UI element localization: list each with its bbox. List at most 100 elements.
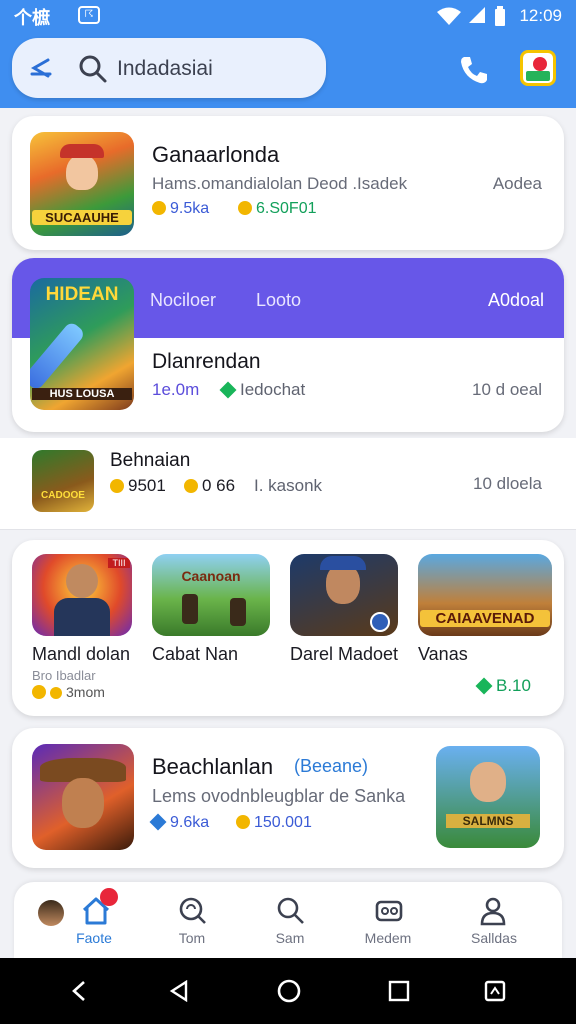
- carousel-name-2: Cabat Nan: [152, 644, 239, 664]
- status-app-icons: 个樜: [14, 8, 50, 28]
- game-card-1[interactable]: SUCAAUHE Ganaarlonda Hams.omandialolan D…: [12, 116, 564, 250]
- notification-dot: [533, 57, 547, 71]
- notification-dot: [100, 888, 118, 906]
- game-title: Beachlanlan: [152, 754, 274, 779]
- battery-icon: [495, 6, 505, 26]
- status-badge-icon: ☈: [78, 6, 100, 24]
- game-title: Dlanrendan: [152, 350, 261, 373]
- discover-icon[interactable]: [178, 896, 208, 926]
- carousel-sub-1: Bro Ibadlar: [32, 668, 96, 683]
- carousel-name-3: Darel Madoet: [290, 644, 399, 664]
- carousel-thumb-1[interactable]: TIII: [32, 554, 132, 636]
- game-thumbnail: HIDEAN HUS LOUSA: [30, 278, 134, 410]
- thumbnail-title: HIDEAN: [45, 284, 119, 305]
- thumbnail-title: CAIAAVENAD: [420, 610, 550, 627]
- game-tag: (Beeane): [294, 756, 369, 776]
- carousel-thumb-4[interactable]: CAIAAVENAD: [418, 554, 552, 636]
- character-face: [62, 778, 104, 828]
- back-triangle-icon[interactable]: [168, 980, 190, 1002]
- game-subtitle: Hams.omandialolan Deod .Isadek: [152, 174, 408, 193]
- carousel-name-4: Vanas: [418, 644, 468, 664]
- gem-icon: [149, 813, 167, 831]
- game-side-label: 10 d oeal: [472, 380, 542, 399]
- back-chevron-icon[interactable]: [68, 980, 90, 1002]
- rocket-graphic: [30, 320, 87, 392]
- profile-icon[interactable]: [478, 896, 508, 926]
- game-side-label: 10 dloela: [472, 474, 542, 493]
- nav-label-4[interactable]: Medem: [348, 930, 428, 946]
- system-navigation-bar: [0, 958, 576, 1024]
- game-meta-left: 1e.0m: [152, 380, 200, 399]
- nav-home-button[interactable]: [76, 888, 120, 928]
- game-side-label: Aodea: [492, 174, 542, 193]
- thumbnail-title: SUCAAUHE: [32, 210, 132, 225]
- thumbnail-tag: TIII: [108, 558, 130, 568]
- card-header-mid: Looto: [256, 290, 302, 310]
- search-input[interactable]: Indadasiai: [117, 57, 213, 81]
- character-hat: [320, 556, 366, 570]
- character-figure: [182, 594, 198, 624]
- thumbnail-caption: HUS LOUSA: [32, 388, 132, 400]
- games-carousel: TIII Caanoan CAIAAVENAD Mandl dolan Caba…: [12, 540, 564, 716]
- carousel-name-1: Mandl dolan: [32, 644, 131, 664]
- coin-icon: [184, 479, 198, 493]
- game-meta-3: I. kasonk: [254, 476, 323, 495]
- rating-meta: 9.5ka: [152, 200, 209, 218]
- carousel-thumb-3[interactable]: [290, 554, 398, 636]
- media-icon[interactable]: [374, 896, 404, 926]
- store-shelf-icon: [526, 71, 550, 81]
- character-hat: [60, 144, 104, 158]
- nav-label-2[interactable]: Tom: [152, 930, 232, 946]
- thumbnail-title: Caanoan: [181, 568, 241, 584]
- featured-game-card[interactable]: Beachlanlan (Beeane) Lems ovodnbleugblar…: [12, 728, 564, 868]
- avatar[interactable]: [38, 900, 64, 926]
- character-figure: [230, 598, 246, 626]
- game-card-2[interactable]: Nociloer Looto A0doal HIDEAN HUS LOUSA D…: [12, 258, 564, 432]
- coin-icon: [32, 685, 46, 699]
- game-thumbnail: [32, 744, 134, 850]
- game-row-3[interactable]: CADOOE Behnaian 9501 0 66 I. kasonk 10 d…: [0, 438, 576, 530]
- bottom-navigation: Faote Tom Sam Medem Salldas: [14, 882, 562, 958]
- game-meta-2: 0 66: [184, 476, 235, 496]
- game-thumbnail: SUCAAUHE: [30, 132, 134, 236]
- search-icon[interactable]: [78, 54, 108, 84]
- character-face: [470, 762, 506, 802]
- search-bar[interactable]: Indadasiai: [12, 38, 326, 98]
- card-header-left: Nociloer: [150, 290, 217, 310]
- back-arrow-icon[interactable]: [26, 54, 54, 82]
- nav-label-3[interactable]: Sam: [250, 930, 330, 946]
- coin-icon: [238, 201, 252, 215]
- gem-icon: [475, 677, 493, 695]
- character-face: [326, 564, 360, 604]
- store-notification-icon[interactable]: [520, 50, 556, 86]
- game-title: Behnaian: [110, 450, 191, 471]
- character-face: [66, 564, 98, 598]
- gem-icon: [219, 381, 237, 399]
- carousel-meta-4: B.10: [475, 676, 531, 696]
- game-meta-1: 9501: [110, 476, 166, 496]
- thumbnail-title: SALMNS: [446, 814, 530, 828]
- recents-icon[interactable]: [388, 980, 410, 1002]
- rating-meta: 9.6ka: [149, 813, 209, 832]
- game-thumbnail: CADOOE: [32, 450, 94, 512]
- wifi-icon: [437, 7, 461, 25]
- nav-label-home[interactable]: Faote: [54, 930, 134, 946]
- home-circle-icon[interactable]: [276, 978, 302, 1004]
- carousel-thumb-2[interactable]: Caanoan: [152, 554, 270, 636]
- game-subtitle: Lems ovodnbleugblar de Sanka: [152, 786, 406, 806]
- character-face: [66, 154, 98, 190]
- thumbnail-title: CADOOE: [41, 490, 85, 501]
- star-icon: [50, 687, 62, 699]
- game-meta-mid: Iedochat: [219, 380, 305, 400]
- search-icon[interactable]: [276, 896, 306, 926]
- coin-icon: [236, 815, 250, 829]
- featured-side-thumb: SALMNS: [436, 746, 540, 848]
- coin-icon: [152, 201, 166, 215]
- status-bar: 个樜 ☈ 12:09: [0, 0, 576, 32]
- phone-icon[interactable]: [458, 54, 490, 86]
- card-header-right: A0doal: [487, 290, 544, 310]
- download-meta: 150.001: [236, 814, 312, 832]
- screenshot-icon[interactable]: [484, 980, 506, 1002]
- download-meta: 6.S0F01: [238, 200, 316, 218]
- nav-label-5[interactable]: Salldas: [454, 930, 534, 946]
